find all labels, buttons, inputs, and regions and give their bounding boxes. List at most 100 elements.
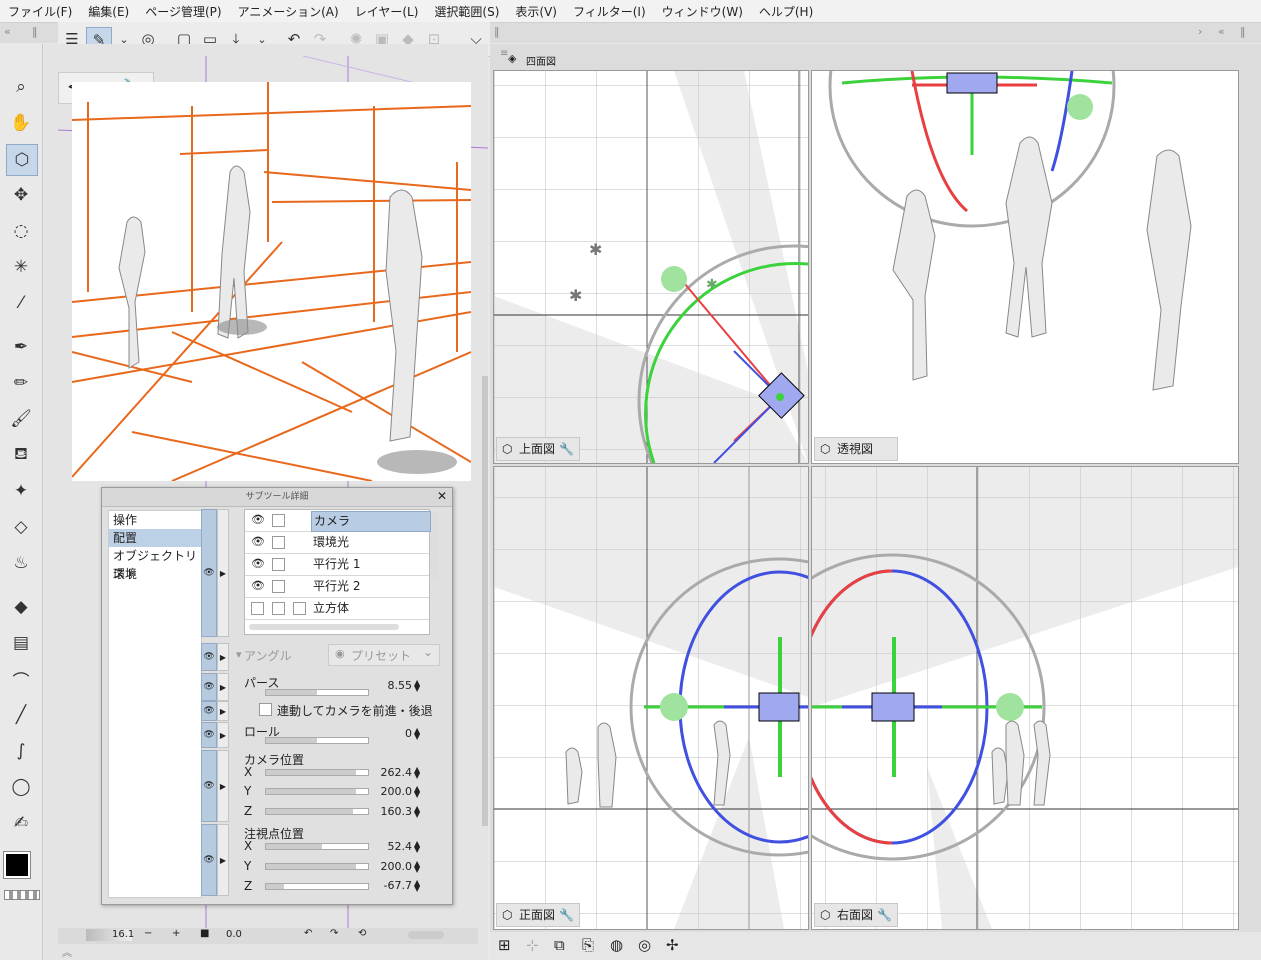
zoom-in-icon[interactable]: + xyxy=(172,928,180,939)
visibility-eye-icon[interactable]: 👁 xyxy=(201,509,217,637)
rotation-value[interactable]: 0.0 xyxy=(226,929,242,940)
visibility-eye-icon[interactable]: 👁 xyxy=(201,701,217,721)
category-environment[interactable]: 環境 xyxy=(109,565,201,583)
wrench-icon[interactable]: 🔧 xyxy=(877,904,892,926)
roll-slider[interactable] xyxy=(265,737,369,744)
curve-icon[interactable]: ∫ xyxy=(6,736,36,766)
preset-dropdown[interactable]: ◉ プリセット ⌄ xyxy=(328,644,440,666)
brush-icon[interactable]: 🖌 xyxy=(6,404,36,434)
spinner-icon[interactable]: ▲ ▼ xyxy=(414,840,420,854)
horizontal-scrollbar[interactable] xyxy=(408,931,444,939)
menu-animation[interactable]: アニメーション(A) xyxy=(230,3,347,20)
menu-window[interactable]: ウィンドウ(W) xyxy=(654,3,751,20)
sphere-icon[interactable]: ◍ xyxy=(610,936,623,954)
decoration-icon[interactable]: ✦ xyxy=(6,476,36,506)
expand-arrow-icon[interactable]: ▶ xyxy=(217,673,229,701)
visibility-checkbox[interactable] xyxy=(251,602,264,615)
chevron-right-icon[interactable]: › xyxy=(1198,25,1202,38)
menu-view[interactable]: 表示(V) xyxy=(507,3,565,20)
object-select-icon[interactable]: ⬡ xyxy=(6,144,38,176)
move-with-camera-checkbox[interactable] xyxy=(259,703,272,716)
lock-checkbox[interactable] xyxy=(272,514,285,527)
ruler-pen-icon[interactable]: ✍ xyxy=(6,808,36,838)
spinner-icon[interactable]: ▲ ▼ xyxy=(414,785,420,799)
rotate-left-icon[interactable]: ↶ xyxy=(304,928,312,939)
grid-icon[interactable]: ⊞ xyxy=(498,936,511,954)
lock-checkbox[interactable] xyxy=(272,558,285,571)
target-x-slider[interactable] xyxy=(265,843,369,850)
hand-icon[interactable]: ✋ xyxy=(6,108,36,138)
menu-file[interactable]: ファイル(F) xyxy=(0,3,80,20)
pencil-icon[interactable]: ✏ xyxy=(6,368,36,398)
menu-edit[interactable]: 編集(E) xyxy=(80,3,137,20)
fill-bucket-icon[interactable]: ◆ xyxy=(6,592,36,622)
collapse-left-icon[interactable]: « xyxy=(4,25,11,38)
expand-arrow-icon[interactable]: ▶ xyxy=(217,824,229,896)
blend-icon[interactable]: ♨ xyxy=(6,548,36,578)
visibility-eye-icon[interactable]: 👁 xyxy=(201,673,217,701)
magic-wand-icon[interactable]: ✳ xyxy=(6,252,36,282)
target-icon[interactable]: ◎ xyxy=(638,936,651,954)
lasso-icon[interactable]: ◌ xyxy=(6,216,36,246)
menu-layer[interactable]: レイヤー(L) xyxy=(347,3,427,20)
eyedropper-icon[interactable]: ⁄ xyxy=(6,288,36,318)
paste-icon[interactable]: ⎘ xyxy=(582,936,594,954)
menu-selection[interactable]: 選択範囲(S) xyxy=(426,3,507,20)
eye-icon[interactable]: 👁 xyxy=(251,579,265,592)
object-row-directional-light-2[interactable]: 👁 平行光 2 xyxy=(245,576,429,598)
target-x-value[interactable]: 52.4 xyxy=(372,840,413,853)
gradient-icon[interactable]: ▤ xyxy=(6,628,36,658)
chevron-up-icon[interactable]: ︽ xyxy=(62,944,72,959)
wrench-icon[interactable]: 🔧 xyxy=(559,438,574,460)
visibility-eye-icon[interactable]: 👁 xyxy=(201,750,217,822)
category-placement[interactable]: 配置 xyxy=(109,529,201,547)
pen-icon[interactable]: ✒ xyxy=(6,332,36,362)
visibility-eye-icon[interactable]: 👁 xyxy=(201,824,217,896)
camera-z-value[interactable]: 160.3 xyxy=(372,805,413,818)
airbrush-icon[interactable]: ⛾ xyxy=(6,440,36,470)
foreground-color-swatch[interactable] xyxy=(3,851,31,879)
roll-value[interactable]: 0 xyxy=(372,727,412,740)
drawing-canvas[interactable] xyxy=(72,82,471,481)
camera-z-slider[interactable] xyxy=(265,808,369,815)
category-object-list[interactable]: オブジェクトリスト xyxy=(109,547,201,581)
target-z-value[interactable]: -67.7 xyxy=(372,879,412,892)
spinner-icon[interactable]: ▲ ▼ xyxy=(414,727,420,741)
target-y-value[interactable]: 200.0 xyxy=(372,860,413,873)
crosshair-icon[interactable]: ⊹ xyxy=(526,936,539,954)
object-row-camera[interactable]: 👁 カメラ xyxy=(245,510,431,532)
transparent-color-swatch[interactable] xyxy=(4,890,40,900)
spinner-icon[interactable]: ▲ ▼ xyxy=(414,879,420,893)
menu-filter[interactable]: フィルター(I) xyxy=(565,3,654,20)
wrench-icon[interactable]: 🔧 xyxy=(559,904,574,926)
eye-icon[interactable]: 👁 xyxy=(251,513,265,526)
camera-x-value[interactable]: 262.4 xyxy=(372,766,413,779)
visibility-eye-icon[interactable]: 👁 xyxy=(201,722,217,748)
line-icon[interactable]: ╱ xyxy=(6,700,36,730)
reset-rotation-icon[interactable]: ⟲ xyxy=(358,928,366,939)
top-view[interactable]: ✱ ✱ ✱ ⬡ 上面図 🔧 xyxy=(493,70,809,464)
visibility-eye-icon[interactable]: 👁 xyxy=(201,643,217,671)
vertical-scrollbar[interactable] xyxy=(431,512,439,580)
spinner-icon[interactable]: ▲ ▼ xyxy=(414,679,420,693)
spinner-icon[interactable]: ▲ ▼ xyxy=(414,805,420,819)
spinner-icon[interactable]: ▲ ▼ xyxy=(414,860,420,874)
camera-x-slider[interactable] xyxy=(265,769,369,776)
option-checkbox[interactable] xyxy=(293,602,306,615)
front-view[interactable]: ⬡ 正面図 🔧 xyxy=(493,466,809,930)
pin-icon[interactable]: ✢ xyxy=(666,936,679,954)
zoom-value[interactable]: 16.1 xyxy=(112,929,134,940)
move-icon[interactable]: ✥ xyxy=(6,180,36,210)
figure-icon[interactable]: ⌒ xyxy=(6,664,36,694)
stop-icon[interactable]: ■ xyxy=(200,928,209,939)
expand-arrow-icon[interactable]: ▶ xyxy=(217,701,229,721)
perspective-value[interactable]: 8.55 xyxy=(372,679,413,692)
object-row-directional-light-1[interactable]: 👁 平行光 1 xyxy=(245,554,429,576)
eraser-icon[interactable]: ◇ xyxy=(6,512,36,542)
target-y-slider[interactable] xyxy=(265,863,369,870)
rotate-right-icon[interactable]: ↷ xyxy=(330,928,338,939)
perspective-slider[interactable] xyxy=(265,689,369,696)
expand-arrow-icon[interactable]: ▶ xyxy=(217,643,229,671)
balloon-icon[interactable]: ◯ xyxy=(6,772,36,802)
camera-y-value[interactable]: 200.0 xyxy=(372,785,413,798)
